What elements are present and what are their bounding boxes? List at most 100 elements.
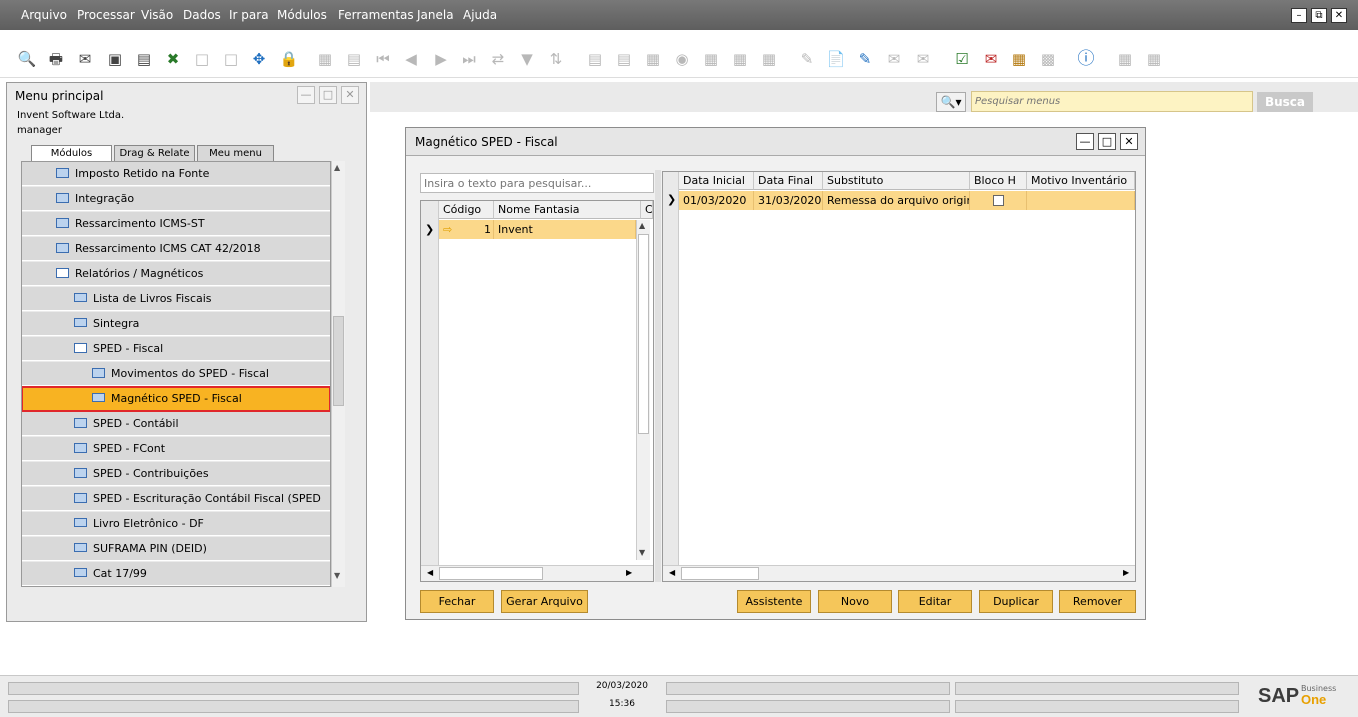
- cell-bloco-h[interactable]: [970, 191, 1027, 210]
- menu-scrollbar[interactable]: ▲ ▼: [331, 161, 345, 587]
- tree-item-imposto-retido[interactable]: Imposto Retido na Fonte: [22, 162, 330, 186]
- bloco-h-checkbox[interactable]: [993, 195, 1004, 206]
- print-icon[interactable]: 🖶: [45, 48, 67, 70]
- scroll-thumb[interactable]: [681, 567, 759, 580]
- calendar-icon[interactable]: ☑: [951, 48, 973, 70]
- scroll-left-icon[interactable]: ◀: [669, 568, 675, 577]
- scroll-down-icon[interactable]: ▼: [334, 571, 340, 580]
- col-data-final[interactable]: Data Final: [754, 172, 823, 190]
- tree-item-sped-contribuicoes[interactable]: SPED - Contribuições: [22, 462, 330, 486]
- branch-search-input[interactable]: [420, 173, 654, 193]
- email-icon[interactable]: ✉: [74, 48, 96, 70]
- tree-item-lista-livros[interactable]: Lista de Livros Fiscais: [22, 287, 330, 311]
- branch-grid-vscroll[interactable]: ▲ ▼: [636, 220, 650, 560]
- excel-icon[interactable]: ✖: [162, 48, 184, 70]
- scroll-right-icon[interactable]: ▶: [626, 568, 632, 577]
- tree-item-magnetico-sped[interactable]: Magnético SPED - Fiscal: [22, 386, 330, 412]
- panel-minimize-button[interactable]: —: [297, 86, 315, 104]
- tree-item-sped-ecf[interactable]: SPED - Escrituração Contábil Fiscal (SPE…: [22, 487, 330, 529]
- editar-button[interactable]: Editar: [898, 590, 972, 613]
- cell-motivo[interactable]: [1027, 191, 1135, 210]
- branch-grid-hscroll[interactable]: ◀ ▶: [421, 565, 653, 581]
- tree-item-suframa[interactable]: SUFRAMA PIN (DEID): [22, 537, 330, 561]
- tree-item-ressarcimento-cat42[interactable]: Ressarcimento ICMS CAT 42/2018: [22, 237, 330, 261]
- mail-alert-icon[interactable]: ✉: [980, 48, 1002, 70]
- menu-ferramentas[interactable]: Ferramentas: [338, 8, 414, 22]
- edit-document-icon[interactable]: ✎: [854, 48, 876, 70]
- menu-visao[interactable]: Visão: [141, 8, 173, 22]
- launch-icon[interactable]: ✥: [248, 48, 270, 70]
- assistente-button[interactable]: Assistente: [737, 590, 811, 613]
- lock-icon[interactable]: 🔒: [278, 48, 300, 70]
- fax-icon[interactable]: ▤: [133, 48, 155, 70]
- col-nome-fantasia[interactable]: Nome Fantasia: [494, 201, 641, 219]
- app-minimize-button[interactable]: –: [1291, 8, 1307, 23]
- menu-ir-para[interactable]: Ir para: [229, 8, 269, 22]
- tab-modulos[interactable]: Módulos: [31, 145, 112, 161]
- tree-item-sped-fiscal[interactable]: SPED - Fiscal: [22, 337, 330, 361]
- cell-codigo[interactable]: ⇨ 1: [439, 220, 494, 239]
- window-minimize-button[interactable]: —: [1076, 133, 1094, 150]
- tab-drag-relate[interactable]: Drag & Relate: [114, 145, 195, 161]
- tree-item-ressarcimento-icms-st[interactable]: Ressarcimento ICMS-ST: [22, 212, 330, 236]
- col-codigo[interactable]: Código: [439, 201, 494, 219]
- col-bloco-h[interactable]: Bloco H: [970, 172, 1027, 190]
- panel-maximize-button[interactable]: □: [319, 86, 337, 104]
- scroll-up-icon[interactable]: ▲: [639, 221, 645, 230]
- scroll-thumb[interactable]: [333, 316, 344, 406]
- add-document-icon[interactable]: 📄: [825, 48, 847, 70]
- cell-nome-fantasia[interactable]: Invent: [494, 220, 636, 239]
- cell-substituto[interactable]: Remessa do arquivo original.: [823, 191, 970, 210]
- menu-ajuda[interactable]: Ajuda: [463, 8, 497, 22]
- scroll-up-icon[interactable]: ▲: [334, 163, 340, 172]
- scroll-right-icon[interactable]: ▶: [1123, 568, 1129, 577]
- main-menu-title: Menu principal: [15, 89, 104, 103]
- tree-item-livro-eletronico[interactable]: Livro Eletrônico - DF: [22, 512, 330, 536]
- scroll-thumb[interactable]: [638, 234, 649, 434]
- help-icon[interactable]: ⓘ: [1075, 48, 1097, 70]
- report-icon[interactable]: ▦: [1008, 48, 1030, 70]
- cell-data-final[interactable]: 31/03/2020: [754, 191, 823, 210]
- col-motivo-inventario[interactable]: Motivo Inventário: [1027, 172, 1135, 190]
- tree-item-relatorios[interactable]: Relatórios / Magnéticos: [22, 262, 330, 286]
- remover-button[interactable]: Remover: [1059, 590, 1136, 613]
- splitter[interactable]: [655, 170, 661, 582]
- export-icon[interactable]: ▣: [104, 48, 126, 70]
- panel-close-button[interactable]: ✕: [341, 86, 359, 104]
- tree-item-integracao[interactable]: Integração: [22, 187, 330, 211]
- window-close-button[interactable]: ✕: [1120, 133, 1138, 150]
- tree-item-cat-17-99[interactable]: Cat 17/99: [22, 562, 330, 586]
- col-data-inicial[interactable]: Data Inicial: [679, 172, 754, 190]
- sped-grid-hscroll[interactable]: ◀ ▶: [663, 565, 1135, 581]
- window-maximize-button[interactable]: □: [1098, 133, 1116, 150]
- app-restore-button[interactable]: ⧉: [1311, 8, 1327, 23]
- search-scope-icon[interactable]: 🔍▾: [936, 92, 966, 112]
- col-substituto[interactable]: Substituto: [823, 172, 970, 190]
- menu-modulos[interactable]: Módulos: [277, 8, 327, 22]
- menu-janela[interactable]: Janela: [417, 8, 454, 22]
- menu-arquivo[interactable]: Arquivo: [21, 8, 67, 22]
- tree-item-sintegra[interactable]: Sintegra: [22, 312, 330, 336]
- scroll-thumb[interactable]: [439, 567, 543, 580]
- main-menu-panel: Menu principal — □ ✕ Invent Software Ltd…: [6, 82, 367, 622]
- app-close-button[interactable]: ✕: [1331, 8, 1347, 23]
- menu-dados[interactable]: Dados: [183, 8, 221, 22]
- magnetico-sped-window: Magnético SPED - Fiscal — □ ✕ Código Nom…: [405, 127, 1146, 620]
- cell-data-inicial[interactable]: 01/03/2020: [679, 191, 754, 210]
- tree-item-sped-contabil[interactable]: SPED - Contábil: [22, 412, 330, 436]
- novo-button[interactable]: Novo: [818, 590, 892, 613]
- col-c[interactable]: C: [641, 201, 653, 219]
- scroll-left-icon[interactable]: ◀: [427, 568, 433, 577]
- tree-item-movimentos-sped[interactable]: Movimentos do SPED - Fiscal: [22, 362, 330, 386]
- link-arrow-icon[interactable]: ⇨: [443, 220, 452, 239]
- print-preview-icon[interactable]: 🔍: [16, 48, 38, 70]
- gerar-arquivo-button[interactable]: Gerar Arquivo: [501, 590, 588, 613]
- fechar-button[interactable]: Fechar: [420, 590, 494, 613]
- menu-processar[interactable]: Processar: [77, 8, 135, 22]
- search-menus-input[interactable]: [971, 91, 1253, 112]
- tree-item-sped-fcont[interactable]: SPED - FCont: [22, 437, 330, 461]
- busca-button[interactable]: Busca: [1257, 92, 1313, 112]
- scroll-down-icon[interactable]: ▼: [639, 548, 645, 557]
- tab-meu-menu[interactable]: Meu menu: [197, 145, 274, 161]
- duplicar-button[interactable]: Duplicar: [979, 590, 1053, 613]
